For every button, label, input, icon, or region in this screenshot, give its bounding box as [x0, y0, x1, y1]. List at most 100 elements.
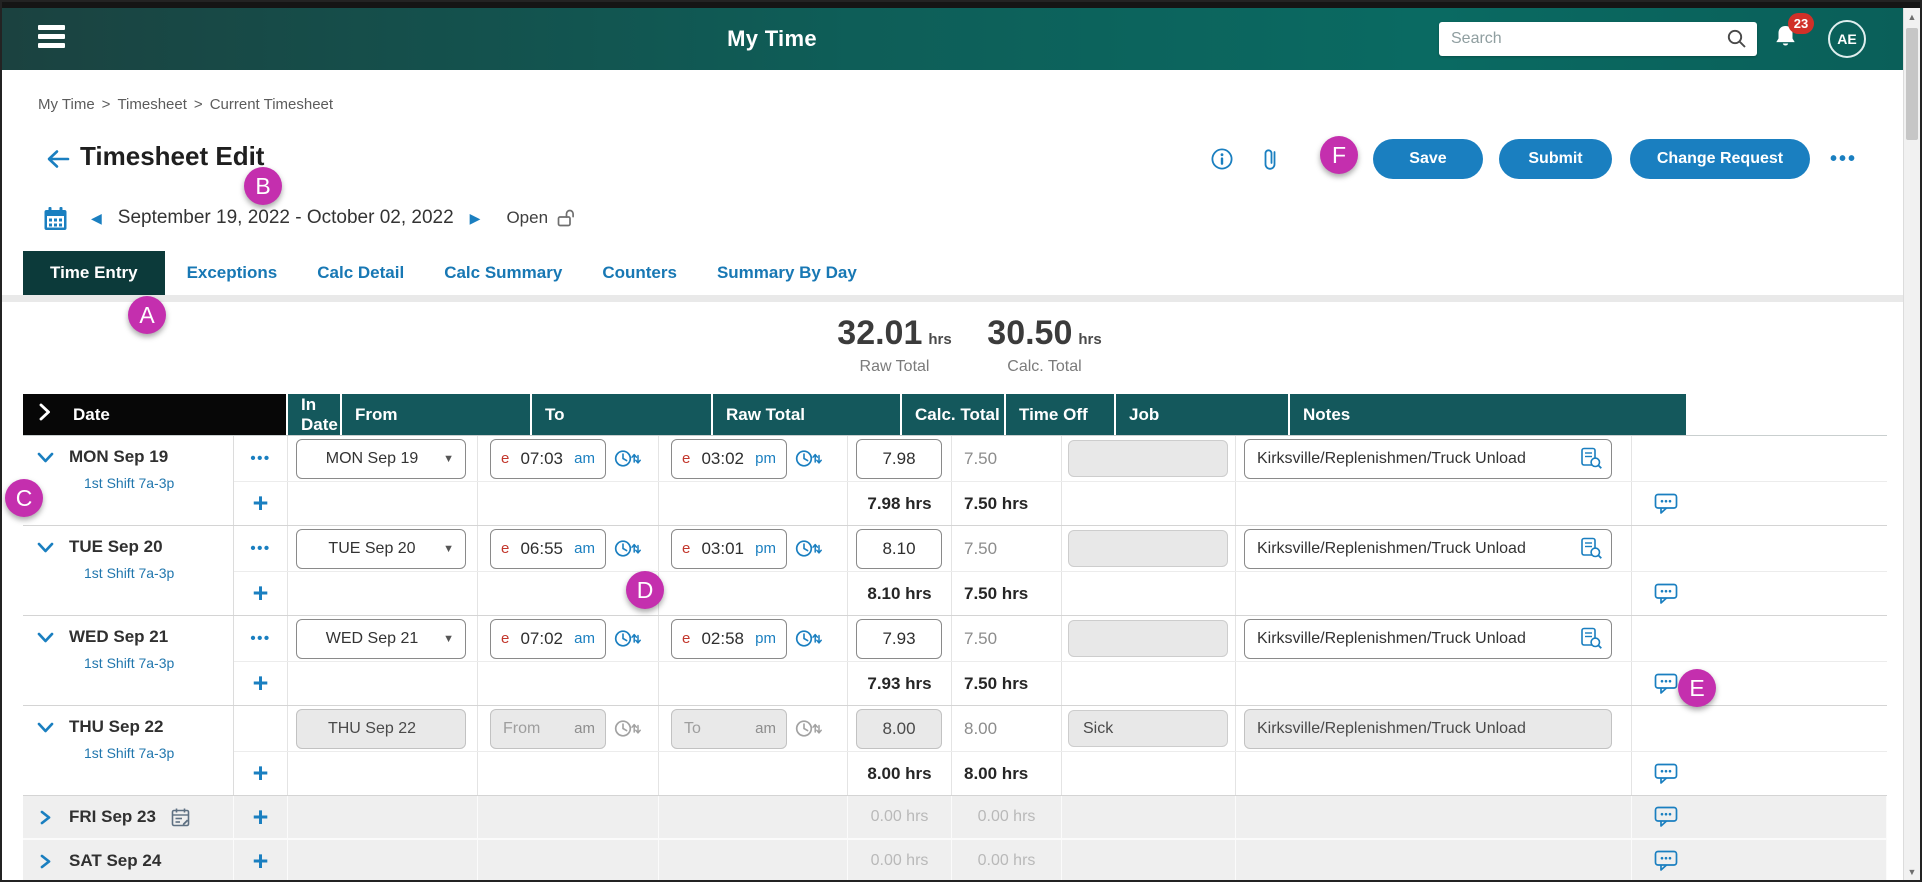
row-menu-button[interactable]: ••• — [234, 540, 287, 557]
search-icon[interactable] — [1725, 27, 1749, 51]
save-button[interactable]: Save — [1372, 139, 1483, 179]
to-time-value: 02:58 — [701, 628, 745, 648]
job-lookup-icon[interactable] — [1580, 537, 1603, 560]
calendar-icon[interactable] — [42, 205, 69, 232]
collapse-row-icon[interactable] — [37, 720, 54, 735]
timesheet-table: Date In Date From To Raw Total Calc. Total Ti… — [23, 394, 1887, 880]
collapse-row-icon[interactable] — [37, 540, 54, 555]
column-header-date[interactable]: Date — [23, 394, 288, 435]
row-menu-button[interactable]: ••• — [234, 450, 287, 467]
in-date-select[interactable]: THU Sep 22 — [296, 708, 466, 749]
tab-time-entry[interactable]: Time Entry — [23, 251, 165, 295]
tab-calc-detail[interactable]: Calc Detail — [317, 251, 404, 295]
table-body: MON Sep 19 1st Shift 7a-3p ••• MON Sep 1… — [23, 436, 1887, 880]
notes-comment-icon[interactable] — [1654, 763, 1679, 785]
tab-summary-by-day[interactable]: Summary By Day — [717, 251, 857, 295]
notes-comment-icon[interactable] — [1654, 850, 1679, 872]
raw-total-input[interactable]: 7.93 — [856, 618, 942, 659]
breadcrumb-item[interactable]: Timesheet — [117, 96, 186, 113]
breadcrumb-item[interactable]: Current Timesheet — [210, 96, 333, 113]
notes-comment-icon[interactable] — [1654, 673, 1679, 695]
time-adjust-icon[interactable] — [614, 448, 641, 469]
job-input[interactable]: Kirksville/Replenishmen/Truck Unload — [1244, 708, 1612, 749]
tab-exceptions[interactable]: Exceptions — [187, 251, 278, 295]
add-entry-button[interactable]: + — [234, 847, 287, 875]
avatar[interactable]: AE — [1828, 20, 1866, 58]
attachments-button[interactable] — [1255, 144, 1285, 174]
scrollbar-thumb[interactable] — [1906, 28, 1918, 140]
time-adjust-icon[interactable] — [795, 538, 822, 559]
submit-button[interactable]: Submit — [1498, 139, 1612, 179]
from-time-input[interactable]: e 07:02 am — [490, 618, 606, 659]
notifications-button[interactable]: 23 — [1772, 13, 1814, 56]
expand-row-icon[interactable] — [37, 854, 54, 869]
shift-link[interactable]: 1st Shift 7a-3p — [84, 565, 233, 581]
totals-section: 32.01 hrs Raw Total 30.50 hrs Calc. Total — [2, 302, 1903, 384]
breadcrumb-item[interactable]: My Time — [38, 96, 95, 113]
info-icon — [1211, 148, 1233, 170]
more-options-button[interactable]: ••• — [1830, 148, 1857, 171]
job-lookup-icon[interactable] — [1580, 627, 1603, 650]
add-entry-button[interactable]: + — [234, 580, 287, 607]
raw-total-input[interactable]: 8.10 — [856, 528, 942, 569]
column-header-label: Notes — [1303, 404, 1351, 424]
change-request-button[interactable]: Change Request — [1629, 139, 1810, 179]
job-lookup-icon[interactable] — [1580, 447, 1603, 470]
search-input[interactable] — [1439, 30, 1725, 48]
notes-comment-icon[interactable] — [1654, 493, 1679, 515]
time-adjust-icon[interactable] — [614, 538, 641, 559]
raw-total-input[interactable]: 8.00 — [856, 708, 942, 749]
job-input[interactable]: Kirksville/Replenishmen/Truck Unload — [1244, 438, 1612, 479]
add-entry-button[interactable]: + — [234, 490, 287, 517]
expand-all-icon[interactable] — [39, 403, 51, 426]
in-date-select[interactable]: WED Sep 21 ▼ — [296, 618, 466, 659]
notes-comment-icon[interactable] — [1654, 806, 1679, 828]
add-entry-button[interactable]: + — [234, 760, 287, 787]
job-input[interactable]: Kirksville/Replenishmen/Truck Unload — [1244, 618, 1612, 659]
next-period-arrow[interactable]: ▶ — [466, 210, 485, 227]
to-time-input[interactable]: e 02:58 pm — [671, 618, 787, 659]
search-box[interactable] — [1439, 22, 1757, 56]
shift-link[interactable]: 1st Shift 7a-3p — [84, 475, 233, 491]
scrollbar-up-arrow[interactable]: ▲ — [1904, 8, 1920, 25]
collapse-row-icon[interactable] — [37, 630, 54, 645]
to-time-input[interactable]: To am — [671, 708, 787, 749]
annotation-badge-e: E — [1678, 669, 1716, 707]
job-input[interactable]: Kirksville/Replenishmen/Truck Unload — [1244, 528, 1612, 569]
time-adjust-icon[interactable] — [795, 628, 822, 649]
shift-link[interactable]: 1st Shift 7a-3p — [84, 655, 233, 671]
time-off-input: Sick — [1068, 710, 1228, 747]
vertical-scrollbar[interactable]: ▲ ▼ — [1903, 8, 1920, 880]
back-arrow-icon[interactable] — [44, 145, 72, 173]
timesheet-row: THU Sep 22 1st Shift 7a-3p THU Sep 22 Fr… — [23, 706, 1887, 796]
in-date-select[interactable]: TUE Sep 20 ▼ — [296, 528, 466, 569]
from-time-input[interactable]: e 07:03 am — [490, 438, 606, 479]
time-off-input[interactable] — [1068, 530, 1228, 567]
column-header: Time Off — [1006, 394, 1116, 435]
raw-total-input[interactable]: 7.98 — [856, 438, 942, 479]
info-button[interactable] — [1207, 144, 1237, 174]
scrollbar-down-arrow[interactable]: ▼ — [1904, 863, 1920, 880]
tab-counters[interactable]: Counters — [602, 251, 677, 295]
time-off-input[interactable] — [1068, 620, 1228, 657]
schedule-calendar-icon[interactable] — [170, 807, 191, 828]
from-time-input[interactable]: From am — [490, 708, 606, 749]
notes-comment-icon[interactable] — [1654, 583, 1679, 605]
expand-row-icon[interactable] — [37, 810, 54, 825]
in-date-select[interactable]: MON Sep 19 ▼ — [296, 438, 466, 479]
collapse-row-icon[interactable] — [37, 450, 54, 465]
from-time-input[interactable]: e 06:55 am — [490, 528, 606, 569]
previous-period-arrow[interactable]: ◀ — [87, 210, 106, 227]
shift-link[interactable]: 1st Shift 7a-3p — [84, 745, 233, 761]
to-time-input[interactable]: e 03:02 pm — [671, 438, 787, 479]
tab-calc-summary[interactable]: Calc Summary — [444, 251, 562, 295]
time-adjust-icon[interactable] — [795, 448, 822, 469]
add-entry-button[interactable]: + — [234, 803, 287, 831]
time-off-input[interactable] — [1068, 440, 1228, 477]
row-menu-button[interactable]: ••• — [234, 630, 287, 647]
to-time-input[interactable]: e 03:01 pm — [671, 528, 787, 569]
add-entry-button[interactable]: + — [234, 670, 287, 697]
time-adjust-icon[interactable] — [614, 628, 641, 649]
raw-total-sum: 7.98 hrs — [867, 493, 932, 513]
calc-total-sum: 7.50 hrs — [964, 583, 1029, 603]
